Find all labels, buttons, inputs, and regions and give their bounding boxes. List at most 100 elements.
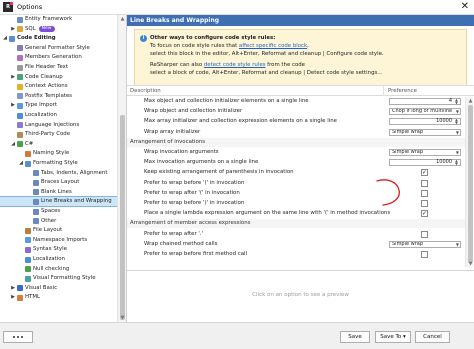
option-row[interactable]: Wrap invocation arguments Simple wrap ▼	[127, 148, 465, 157]
expand-arrow-icon[interactable]: ▶	[10, 284, 16, 293]
tree-item[interactable]: File Header Text	[0, 63, 126, 72]
dots-icon	[13, 336, 23, 338]
option-row[interactable]: Max array initializer and collection exp…	[127, 117, 465, 126]
scroll-down-icon[interactable]: ▼	[467, 261, 474, 267]
globe-icon	[25, 256, 31, 263]
tree-item[interactable]: Entity Framework	[0, 15, 126, 24]
tree-item[interactable]: ◢ Formatting Style	[0, 159, 126, 168]
option-row[interactable]: Max invocation arguments on a single lin…	[127, 158, 465, 167]
tree-item[interactable]: Other	[0, 217, 126, 226]
tree-item[interactable]: Namespace Imports	[0, 236, 126, 245]
scroll-down-icon[interactable]: ▼	[119, 315, 126, 321]
detect-code-style-rules-link[interactable]: detect code style rules	[204, 62, 266, 68]
option-row[interactable]: Place a single lambda expression argumen…	[127, 209, 465, 218]
spinner-icon[interactable]: ▲ ▼	[454, 119, 459, 125]
tree-item[interactable]: ◢ C#	[0, 140, 126, 149]
collapse-arrow-icon[interactable]: ◢	[18, 159, 24, 168]
save-to-button[interactable]: Save To ▾	[375, 331, 411, 343]
option-row[interactable]: Prefer to wrap after '(' in invocation	[127, 189, 465, 198]
number-stepper[interactable]: 10000 ▲ ▼	[389, 118, 461, 126]
number-stepper[interactable]: 10000 ▲ ▼	[389, 159, 461, 167]
option-checkbox[interactable]: ✓	[421, 169, 428, 177]
tree-item-label: Namespace Imports	[33, 236, 88, 243]
option-checkbox[interactable]	[421, 230, 428, 238]
grid-scroll-thumb[interactable]	[467, 105, 473, 263]
expand-arrow-icon[interactable]: ▶	[10, 293, 16, 302]
option-checkbox[interactable]: ✓	[421, 210, 428, 218]
preference-dropdown[interactable]: Chop if long or multiline ▼	[389, 108, 461, 116]
spinner-icon[interactable]: ▲ ▼	[454, 159, 459, 165]
option-row[interactable]: Prefer to wrap before '(' in invocation	[127, 179, 465, 188]
section-header[interactable]: Arrangement of invocations	[127, 137, 465, 147]
section-header[interactable]: Arrangement of member access expressions	[127, 219, 465, 229]
spinner-icon[interactable]: ▲ ▼	[454, 98, 459, 104]
affect-specific-code-block-link[interactable]: affect specific code block	[239, 43, 307, 49]
chevron-down-icon: ▼	[455, 241, 459, 247]
blank-lines-icon	[33, 189, 39, 196]
tree-item[interactable]: Context Actions	[0, 82, 126, 91]
option-checkbox[interactable]	[421, 251, 428, 258]
tree-item[interactable]: ▶ Type Import	[0, 101, 126, 110]
save-button[interactable]: Save	[340, 331, 370, 343]
tree-item[interactable]: ▶ HTML	[0, 293, 126, 302]
tree-item[interactable]: Members Generation	[0, 53, 126, 62]
option-checkbox[interactable]	[421, 200, 428, 207]
tree-item[interactable]: ▶ SQL New	[0, 25, 126, 34]
preference-dropdown[interactable]: Simple wrap ▼	[389, 128, 461, 136]
preference-dropdown[interactable]: Simple wrap ▼	[389, 240, 461, 248]
option-row[interactable]: Wrap array initializer Simple wrap ▼	[127, 128, 465, 137]
grid-scrollbar[interactable]: ▲ ▼	[465, 97, 473, 267]
expand-arrow-icon[interactable]: ▶	[10, 25, 16, 34]
grid-header: Description Preference	[127, 86, 474, 96]
option-row[interactable]: Prefer to wrap after '.'	[127, 230, 465, 239]
tree-item[interactable]: ▶ Visual Basic	[0, 284, 126, 293]
option-label: Keep existing arrangement of parenthesis…	[144, 169, 294, 176]
tree-item[interactable]: Spaces	[0, 207, 126, 216]
tree-item-label: Visual Formatting Style	[33, 275, 96, 282]
close-icon[interactable]: ✕	[461, 1, 469, 13]
option-row[interactable]: Keep existing arrangement of parenthesis…	[127, 168, 465, 177]
tree-item-label: File Layout	[33, 227, 63, 234]
expand-arrow-icon[interactable]: ▶	[10, 73, 16, 82]
preference-dropdown[interactable]: Simple wrap ▼	[389, 149, 461, 156]
tree-item[interactable]: Postfix Templates	[0, 92, 126, 101]
tree-item[interactable]: Naming Style	[0, 149, 126, 158]
tree-item[interactable]: Language Injections	[0, 121, 126, 130]
tree-item[interactable]: Visual Formatting Style	[0, 274, 126, 283]
tree-item[interactable]: Blank Lines	[0, 188, 126, 197]
number-stepper[interactable]: 4 ▲ ▼	[389, 98, 461, 105]
members-icon	[17, 54, 23, 61]
tree-item[interactable]: Null checking	[0, 265, 126, 274]
tree-item[interactable]: Localization	[0, 111, 126, 120]
scroll-up-icon[interactable]: ▲	[467, 98, 474, 104]
option-checkbox[interactable]	[421, 179, 428, 187]
tree-item[interactable]: Tabs, Indents, Alignment	[0, 169, 126, 178]
column-divider[interactable]	[383, 86, 384, 96]
option-row[interactable]: Wrap object and collection initializer Ch…	[127, 107, 465, 116]
tree-scrollbar[interactable]: ▲ ▼	[117, 15, 126, 322]
cancel-button[interactable]: Cancel	[415, 331, 450, 343]
tree-item[interactable]: Third-Party Code	[0, 130, 126, 139]
expand-arrow-icon[interactable]: ▶	[10, 101, 16, 110]
option-row[interactable]: Prefer to wrap before first method call	[127, 250, 465, 259]
option-row[interactable]: Wrap chained method calls Simple wrap ▼	[127, 240, 465, 249]
collapse-arrow-icon[interactable]: ◢	[10, 140, 16, 149]
option-row[interactable]: Max object and collection initializer el…	[127, 97, 465, 106]
tree-item[interactable]: Localization	[0, 255, 126, 264]
tree-item[interactable]: ▶ Code Cleanup	[0, 73, 126, 82]
tree-item[interactable]: Syntax Style	[0, 245, 126, 254]
tree-item[interactable]: File Layout	[0, 226, 126, 235]
tree-item[interactable]: General Formatter Style	[0, 44, 126, 53]
option-checkbox[interactable]	[421, 189, 428, 197]
help-button[interactable]	[3, 331, 33, 343]
collapse-arrow-icon[interactable]: ◢	[2, 34, 8, 43]
option-row[interactable]: Prefer to wrap before ')' in invocation	[127, 199, 465, 208]
tree-item[interactable]: Line Breaks and Wrapping	[0, 196, 126, 208]
scroll-up-icon[interactable]: ▲	[119, 16, 126, 22]
option-label: Wrap array initializer	[144, 128, 201, 135]
tree-scroll-thumb[interactable]	[120, 115, 125, 320]
tree-item[interactable]: ◢ Code Editing	[0, 34, 126, 43]
chevron-down-icon: ▼	[455, 129, 459, 135]
wrap-icon	[33, 198, 39, 205]
tree-item[interactable]: Braces Layout	[0, 178, 126, 187]
